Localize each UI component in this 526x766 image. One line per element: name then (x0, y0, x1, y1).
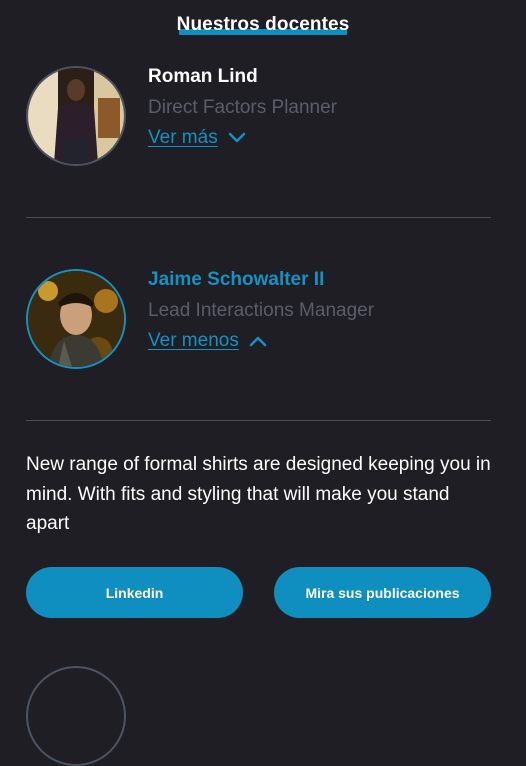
avatar (26, 269, 126, 369)
avatar (26, 66, 126, 166)
teacher-role: Direct Factors Planner (148, 97, 338, 118)
section-title: Nuestros docentes (176, 14, 350, 35)
teacher-info: Roman Lind Direct Factors Planner Ver má… (148, 66, 337, 149)
teacher-role: Lead Interactions Manager (148, 300, 375, 321)
teacher-photo (28, 271, 124, 367)
section-header: Nuestros docentes (0, 14, 526, 36)
chevron-down-icon[interactable] (228, 132, 246, 144)
teacher-description: New range of formal shirts are designed … (26, 454, 491, 534)
linkedin-button[interactable]: Linkedin (26, 567, 243, 618)
ver-mas-toggle[interactable]: Ver más (148, 127, 337, 149)
ver-menos-toggle[interactable]: Ver menos (148, 330, 374, 352)
next-teacher-avatar (26, 666, 126, 766)
teacher-name: Roman Lind (148, 66, 258, 87)
chevron-up-icon[interactable] (249, 335, 267, 347)
teacher-photo (28, 68, 124, 164)
teacher-name: Jaime Schowalter II (148, 269, 325, 290)
toggle-label[interactable]: Ver menos (148, 330, 239, 352)
teacher-info: Jaime Schowalter II Lead Interactions Ma… (148, 269, 374, 352)
publications-button[interactable]: Mira sus publicaciones (274, 567, 491, 618)
divider (26, 217, 491, 218)
toggle-label[interactable]: Ver más (148, 127, 218, 149)
divider (26, 420, 491, 421)
